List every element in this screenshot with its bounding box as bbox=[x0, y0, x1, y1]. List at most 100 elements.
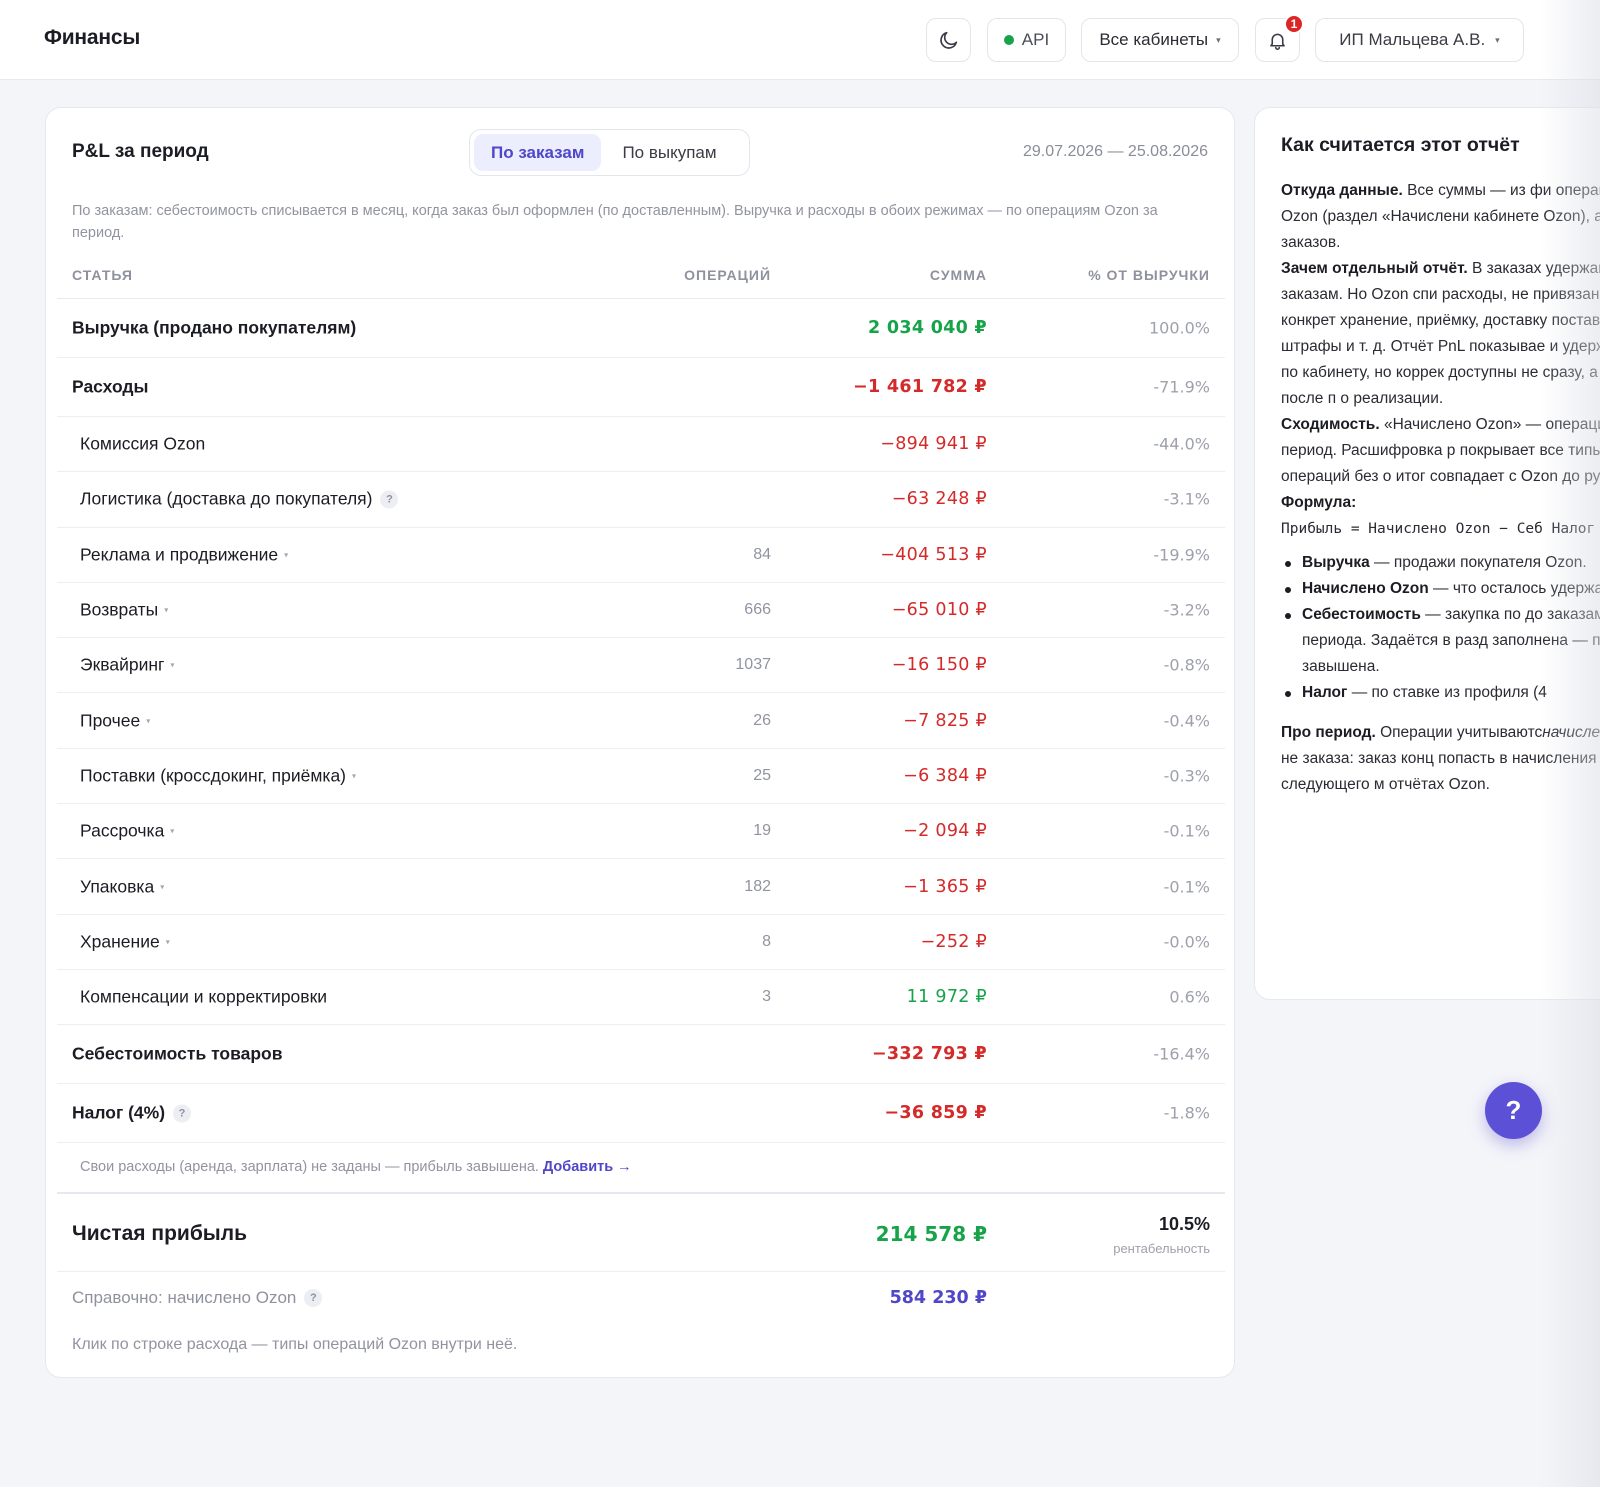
user-menu-button[interactable]: ИП Мальцева А.В. ▾ bbox=[1315, 18, 1524, 62]
row-sum: −332 793 ₽ bbox=[871, 1044, 987, 1065]
table-header: СТАТЬЯ ОПЕРАЦИЙ СУММА % ОТ ВЫРУЧКИ bbox=[57, 258, 1225, 299]
row-sum: 11 972 ₽ bbox=[906, 987, 987, 1008]
explanation-convergence: Сходимость. «Начислено Ozon» — операций … bbox=[1281, 416, 1600, 485]
expand-chevron-icon[interactable]: ▾ bbox=[146, 716, 150, 725]
row-name: Выручка (продано покупателям) bbox=[72, 318, 356, 339]
table-row[interactable]: Эквайринг ▾ 1037 −16 150 ₽ -0.8% bbox=[57, 638, 1225, 694]
row-name: Эквайринг ▾ bbox=[80, 655, 174, 676]
row-name: Прочее ▾ bbox=[80, 710, 150, 731]
help-icon[interactable]: ? bbox=[304, 1289, 323, 1308]
table-row[interactable]: Рассрочка ▾ 19 −2 094 ₽ -0.1% bbox=[57, 804, 1225, 860]
row-pct: -16.4% bbox=[1153, 1044, 1210, 1064]
row-pct: 100.0% bbox=[1148, 318, 1210, 338]
list-item: Налог — по ставке из профиля (4 bbox=[1281, 680, 1600, 706]
row-pct: -3.2% bbox=[1163, 600, 1210, 620]
table-row[interactable]: Хранение ▾ 8 −252 ₽ -0.0% bbox=[57, 915, 1225, 970]
expand-chevron-icon[interactable]: ▾ bbox=[160, 882, 164, 891]
row-ops: 182 bbox=[744, 877, 771, 895]
row-name-text: Хранение bbox=[80, 931, 160, 952]
expand-chevron-icon[interactable]: ▾ bbox=[352, 771, 356, 780]
caret-down-icon: ▾ bbox=[1216, 34, 1221, 45]
row-name: Себестоимость товаров bbox=[72, 1044, 283, 1065]
mode-note: По заказам: себестоимость списывается в … bbox=[72, 203, 1158, 241]
hint-text: Свои расходы (аренда, зарплата) не задан… bbox=[80, 1159, 539, 1176]
user-label: ИП Мальцева А.В. bbox=[1339, 30, 1486, 49]
help-button[interactable]: ? bbox=[1485, 1082, 1542, 1139]
row-pct: -0.1% bbox=[1163, 821, 1210, 841]
row-ops: 26 bbox=[753, 711, 771, 729]
explanation-data-source: Откуда данные. Все суммы — из фи операци… bbox=[1281, 182, 1600, 251]
table-row: Налог (4%)? −36 859 ₽ -1.8% bbox=[57, 1084, 1225, 1144]
theme-toggle-button[interactable] bbox=[926, 18, 971, 62]
api-status-dot bbox=[1003, 35, 1014, 45]
row-name: Хранение ▾ bbox=[80, 931, 170, 952]
table-row: Логистика (доставка до покупателя)? −63 2… bbox=[57, 472, 1225, 528]
net-profit-sum: 214 578 ₽ bbox=[875, 1222, 987, 1247]
explanation-formula: Прибыль = Начислено Ozon − Себ Налог bbox=[1281, 521, 1596, 537]
pnl-title: P&L за период bbox=[72, 141, 209, 162]
explanation-panel: Как считается этот отчёт Откуда данные. … bbox=[1254, 107, 1600, 1000]
explanation-body: Откуда данные. Все суммы — из фи операци… bbox=[1281, 178, 1600, 798]
caret-down-icon: ▾ bbox=[1495, 34, 1500, 45]
footer-note: Клик по строке расхода — типы операций O… bbox=[72, 1336, 518, 1353]
date-range[interactable]: 29.07.2026 — 25.08.2026 bbox=[1023, 143, 1208, 161]
expand-chevron-icon[interactable]: ▾ bbox=[166, 937, 170, 946]
expand-chevron-icon[interactable]: ▾ bbox=[164, 606, 168, 615]
mode-switch: По заказам По выкупам bbox=[469, 129, 750, 176]
table-row: Расходы −1 461 782 ₽ -71.9% bbox=[57, 358, 1225, 417]
bell-icon bbox=[1270, 33, 1285, 50]
row-ops: 8 bbox=[762, 932, 771, 950]
cabinet-select[interactable]: Все кабинеты ▾ bbox=[1081, 18, 1239, 62]
help-icon[interactable]: ? bbox=[380, 490, 399, 509]
table-row[interactable]: Поставки (кроссдокинг, приёмка) ▾ 25 −6 384… bbox=[57, 749, 1225, 805]
row-name: Логистика (доставка до покупателя)? bbox=[80, 488, 399, 510]
row-name: Поставки (кроссдокинг, приёмка) ▾ bbox=[80, 765, 356, 786]
expand-chevron-icon[interactable]: ▾ bbox=[170, 827, 174, 836]
row-name: Рассрочка ▾ bbox=[80, 821, 174, 842]
reference-sum: 584 230 ₽ bbox=[889, 1288, 987, 1309]
moon-icon bbox=[939, 31, 957, 49]
explanation-period: Про период. Операции учитываютсначислени… bbox=[1281, 724, 1600, 793]
explanation-title: Как считается этот отчёт bbox=[1281, 134, 1520, 156]
row-sum: −252 ₽ bbox=[920, 931, 987, 952]
row-sum: −1 461 782 ₽ bbox=[853, 377, 987, 397]
row-name-text: Логистика (доставка до покупателя) bbox=[80, 488, 373, 509]
row-sum: −65 010 ₽ bbox=[891, 600, 987, 621]
column-header-ops: ОПЕРАЦИЙ bbox=[684, 267, 771, 283]
custom-expenses-hint-row: Свои расходы (аренда, зарплата) не задан… bbox=[57, 1143, 1225, 1195]
tab-by-buyouts[interactable]: По выкупам bbox=[605, 134, 733, 171]
row-ops: 25 bbox=[753, 766, 771, 784]
table-row[interactable]: Реклама и продвижение ▾ 84 −404 513 ₽ -19.9% bbox=[57, 528, 1225, 583]
row-name: Комиссия Ozon bbox=[80, 434, 205, 455]
api-status-button[interactable]: API bbox=[987, 18, 1066, 62]
row-ops: 84 bbox=[753, 545, 771, 563]
explanation-bullets: Выручка — продажи покупателя Ozon. Начис… bbox=[1281, 550, 1600, 706]
net-profit-row: Чистая прибыль 214 578 ₽ 10.5% рентабель… bbox=[57, 1194, 1225, 1273]
row-pct: -0.0% bbox=[1163, 932, 1210, 952]
expand-chevron-icon[interactable]: ▾ bbox=[284, 550, 288, 559]
row-name: Налог (4%)? bbox=[72, 1103, 192, 1124]
row-ops: 1037 bbox=[735, 656, 771, 674]
row-name-text: Рассрочка bbox=[80, 820, 165, 841]
list-item: Выручка — продажи покупателя Ozon. bbox=[1281, 550, 1600, 576]
expand-chevron-icon[interactable]: ▾ bbox=[170, 661, 174, 670]
table-row[interactable]: Прочее ▾ 26 −7 825 ₽ -0.4% bbox=[57, 693, 1225, 749]
pnl-card: P&L за период По заказам По выкупам 29.0… bbox=[45, 107, 1235, 1378]
row-sum: −36 859 ₽ bbox=[884, 1103, 987, 1124]
row-name-text: Возвраты bbox=[80, 599, 159, 620]
reference-label-text: Справочно: начислено Ozon bbox=[72, 1288, 297, 1308]
tab-by-orders[interactable]: По заказам bbox=[474, 134, 602, 171]
row-pct: -0.8% bbox=[1163, 655, 1210, 675]
help-icon[interactable]: ? bbox=[173, 1104, 192, 1123]
add-expenses-link[interactable]: Добавить → bbox=[543, 1159, 632, 1175]
api-label: API bbox=[1021, 30, 1050, 49]
row-name: Расходы bbox=[72, 377, 149, 398]
table-row[interactable]: Упаковка ▾ 182 −1 365 ₽ -0.1% bbox=[57, 859, 1225, 915]
explanation-formula-title: Формула: bbox=[1281, 494, 1357, 511]
row-name: Упаковка ▾ bbox=[80, 876, 164, 897]
row-ops: 666 bbox=[744, 601, 771, 619]
row-sum: −1 365 ₽ bbox=[903, 876, 987, 897]
row-name: Реклама и продвижение ▾ bbox=[80, 544, 288, 565]
table-row[interactable]: Возвраты ▾ 666 −65 010 ₽ -3.2% bbox=[57, 583, 1225, 639]
row-ops: 19 bbox=[753, 822, 771, 840]
